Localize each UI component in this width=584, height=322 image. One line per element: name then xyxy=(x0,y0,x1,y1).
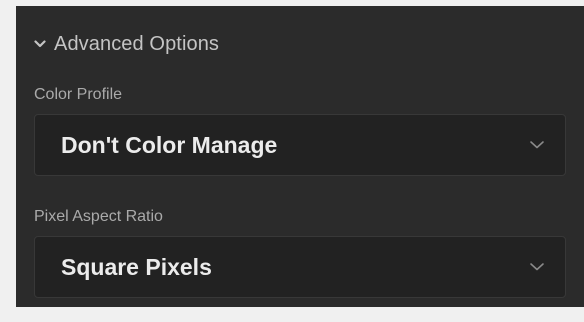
chevron-down-icon xyxy=(530,263,544,271)
color-profile-dropdown[interactable]: Don't Color Manage xyxy=(34,114,566,176)
chevron-down-icon xyxy=(34,40,46,48)
pixel-aspect-ratio-value: Square Pixels xyxy=(61,253,212,280)
color-profile-label: Color Profile xyxy=(34,86,123,103)
color-profile-value: Don't Color Manage xyxy=(61,131,278,158)
advanced-options-toggle[interactable]: Advanced Options xyxy=(34,32,219,56)
advanced-options-panel: Advanced Options Color Profile Don't Col… xyxy=(16,6,584,307)
pixel-aspect-ratio-dropdown[interactable]: Square Pixels xyxy=(34,236,566,298)
section-title: Advanced Options xyxy=(54,32,220,55)
chevron-down-icon xyxy=(530,141,544,149)
pixel-aspect-ratio-label: Pixel Aspect Ratio xyxy=(34,208,163,225)
